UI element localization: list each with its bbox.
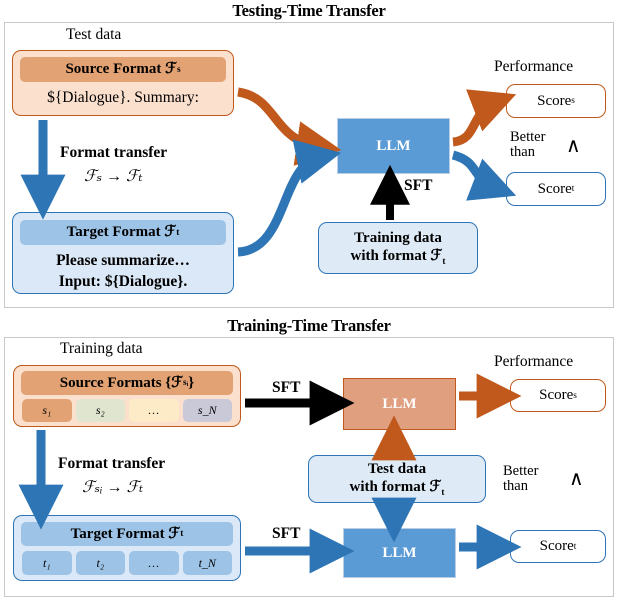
bottom-source-formats-header-text: Source Formats {ℱ xyxy=(59,374,184,391)
top-target-format-body-line1: Please summarize… xyxy=(56,252,190,269)
top-source-format-body: ${Dialogue}. Summary: xyxy=(47,89,199,106)
top-better-than-line1: Better xyxy=(510,129,546,145)
bottom-panel-title: Training-Time Transfer xyxy=(227,316,391,335)
bottom-sft-bottom-label: SFT xyxy=(272,525,301,542)
bottom-source-formats-header-tail: } xyxy=(188,374,195,391)
bottom-test-data-sub: t xyxy=(441,488,445,498)
bottom-source-cell: … xyxy=(129,399,179,422)
top-source-format-header-text: Source Format ℱ xyxy=(65,61,177,77)
top-score-s-text: Score xyxy=(537,92,572,109)
top-target-format-card: Target Format ℱt Please summarize… Input… xyxy=(12,212,234,294)
bottom-source-cell: s₁ xyxy=(22,399,72,422)
top-format-transfer-label: Format transfer xyxy=(60,144,168,161)
bottom-better-than-line2: than xyxy=(503,478,528,494)
bottom-source-cells: s₁ s₂ … s_N xyxy=(22,399,232,422)
top-training-data-line2-text: with format ℱ xyxy=(350,248,443,264)
top-source-format-card: Source Format ℱs ${Dialogue}. Summary: xyxy=(12,50,234,116)
bottom-source-formats-header: Source Formats {ℱ sᵢ} xyxy=(21,371,233,395)
top-score-s-box: Score s xyxy=(506,84,606,118)
bottom-target-format-header: Target Format ℱt xyxy=(21,522,233,546)
bottom-training-data-label: Training data xyxy=(60,340,143,357)
top-sft-label: SFT xyxy=(404,177,433,194)
bottom-source-cell: s_N xyxy=(182,399,232,422)
top-better-than-caret: ∧ xyxy=(566,135,581,157)
top-target-format-body-line2: Input: ${Dialogue}. xyxy=(58,273,188,290)
top-panel-title: Testing-Time Transfer xyxy=(232,1,386,20)
bottom-score-s-box: Score s xyxy=(510,379,606,412)
bottom-llm-blue-box: LLM xyxy=(343,528,456,578)
bottom-llm-orange-label: LLM xyxy=(382,395,417,412)
bottom-score-t-box: Score t xyxy=(510,530,606,563)
bottom-performance-label: Performance xyxy=(494,353,574,370)
top-test-data-label: Test data xyxy=(66,26,122,43)
top-target-format-header-text: Target Format ℱ xyxy=(66,224,177,240)
top-training-data-line2: with format ℱt xyxy=(350,248,446,267)
top-llm-box: LLM xyxy=(337,118,450,174)
top-format-transfer-formula: ℱₛ → ℱₜ xyxy=(84,168,143,185)
bottom-score-t-text: Score xyxy=(539,538,574,554)
bottom-target-cell: t₁ xyxy=(22,551,72,575)
bottom-target-cell: t₂ xyxy=(75,551,125,575)
top-source-format-header: Source Format ℱs xyxy=(20,57,226,82)
bottom-score-s-text: Score xyxy=(539,387,574,403)
bottom-format-transfer-label: Format transfer xyxy=(58,455,166,472)
top-training-data-box: Training data with format ℱt xyxy=(318,222,478,274)
top-better-than-line2: than xyxy=(510,144,535,160)
bottom-target-format-card: Target Format ℱt t₁ t₂ … t_N xyxy=(13,515,241,581)
bottom-target-cells: t₁ t₂ … t_N xyxy=(22,551,232,575)
bottom-sft-top-label: SFT xyxy=(272,379,301,396)
top-llm-label: LLM xyxy=(376,137,411,154)
bottom-target-cell: t_N xyxy=(182,551,232,575)
bottom-better-than-line1: Better xyxy=(503,463,539,479)
top-training-data-line1: Training data xyxy=(354,230,442,247)
bottom-test-data-line1: Test data xyxy=(367,461,427,478)
bottom-target-format-header-text: Target Format ℱ xyxy=(70,525,181,542)
top-target-format-header: Target Format ℱt xyxy=(20,220,226,245)
bottom-llm-blue-label: LLM xyxy=(382,544,417,561)
bottom-source-formats-card: Source Formats {ℱ sᵢ} s₁ s₂ … s_N xyxy=(13,365,241,427)
bottom-llm-orange-box: LLM xyxy=(343,378,456,430)
bottom-source-cell: s₂ xyxy=(75,399,125,422)
bottom-test-data-line2: with format ℱt xyxy=(349,479,445,498)
top-performance-label: Performance xyxy=(494,58,574,75)
bottom-format-transfer-formula: ℱₛᵢ → ℱₜ xyxy=(82,479,144,496)
top-score-t-box: Score t xyxy=(506,172,606,206)
bottom-target-cell: … xyxy=(129,551,179,575)
bottom-test-data-box: Test data with format ℱt xyxy=(308,455,486,503)
top-score-t-text: Score xyxy=(537,180,572,197)
bottom-test-data-line2-text: with format ℱ xyxy=(349,479,442,495)
top-training-data-sub: t xyxy=(442,257,446,267)
bottom-better-than-caret: ∧ xyxy=(569,468,584,490)
